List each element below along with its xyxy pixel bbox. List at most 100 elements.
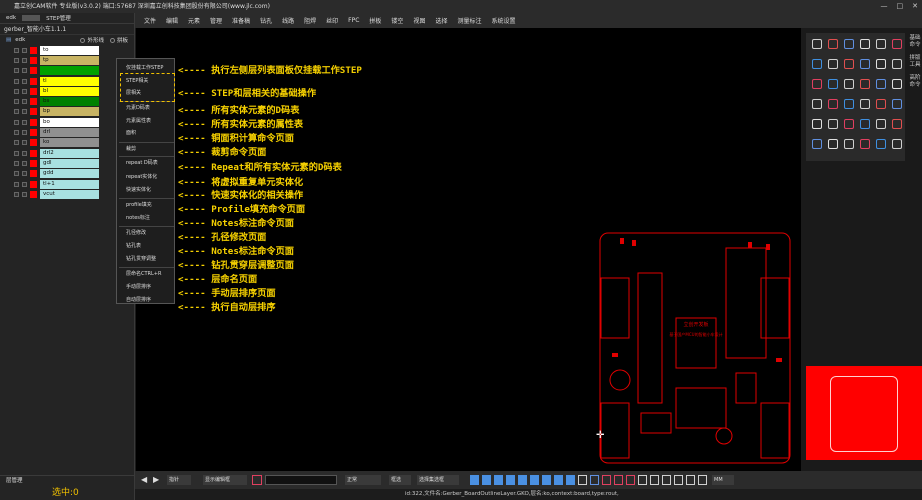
draw-tool-icon[interactable] xyxy=(602,475,611,485)
draw-tool-icon[interactable] xyxy=(554,475,563,485)
tool-icon[interactable] xyxy=(812,79,822,89)
layer-color-swatch[interactable] xyxy=(30,118,37,126)
tool-icon[interactable] xyxy=(812,59,822,69)
context-menu-item[interactable]: 元素属性表 xyxy=(126,117,151,124)
layer-visibility-checkbox[interactable] xyxy=(22,181,27,187)
tool-icon[interactable] xyxy=(828,39,838,49)
menu-item[interactable]: 测量标注 xyxy=(452,16,486,25)
context-menu-item[interactable]: 仅挂载工作STEP xyxy=(126,64,163,71)
layer-checkbox[interactable] xyxy=(14,191,19,197)
layer-color-swatch[interactable] xyxy=(30,67,37,75)
layer-row[interactable]: tp xyxy=(0,55,134,65)
layer-name[interactable]: gdl xyxy=(40,158,99,168)
minimize-icon[interactable]: — xyxy=(881,0,888,13)
tab-basic-commands[interactable]: 基础命令 xyxy=(909,35,921,49)
draw-tool-icon[interactable] xyxy=(542,475,551,485)
draw-tool-icon[interactable] xyxy=(686,475,695,485)
layer-row[interactable]: bs xyxy=(0,96,134,107)
layer-visibility-checkbox[interactable] xyxy=(22,160,27,166)
tool-icon[interactable] xyxy=(828,139,838,149)
layer-name[interactable]: bp xyxy=(40,107,99,117)
layer-name[interactable]: drl2 xyxy=(40,148,99,158)
layer-name[interactable]: ko xyxy=(40,138,99,148)
step-label[interactable]: edk xyxy=(15,37,25,43)
draw-tool-icon[interactable] xyxy=(494,475,503,485)
layer-name[interactable]: tp xyxy=(40,55,99,65)
tab-step-manager[interactable]: STEP管理 xyxy=(46,14,71,22)
layer-name[interactable]: drl xyxy=(40,128,99,138)
layer-checkbox[interactable] xyxy=(14,68,19,74)
tab-advanced-commands[interactable]: 高阶命令 xyxy=(909,75,921,89)
tool-icon[interactable] xyxy=(812,119,822,129)
draw-tool-icon[interactable] xyxy=(518,475,527,485)
tool-icon[interactable] xyxy=(860,139,870,149)
layer-checkbox[interactable] xyxy=(14,99,19,105)
menu-item[interactable]: 元素 xyxy=(183,16,205,25)
layer-checkbox[interactable] xyxy=(14,140,19,146)
layer-color-swatch[interactable] xyxy=(30,77,37,85)
tool-icon[interactable] xyxy=(876,99,886,109)
tool-icon[interactable] xyxy=(828,59,838,69)
tool-icon[interactable] xyxy=(844,119,854,129)
layer-checkbox[interactable] xyxy=(14,109,19,115)
layer-checkbox[interactable] xyxy=(14,181,19,187)
menu-item[interactable]: 编辑 xyxy=(161,16,183,25)
tool-icon[interactable] xyxy=(876,139,886,149)
layer-manager-tab[interactable]: 层管理 xyxy=(0,475,135,486)
context-menu-item[interactable]: 钻孔表 xyxy=(126,242,141,249)
next-icon[interactable]: ▶ xyxy=(153,475,159,485)
selection-box-button[interactable]: 选择集选框 xyxy=(417,475,459,485)
tool-icon[interactable] xyxy=(844,139,854,149)
tool-icon[interactable] xyxy=(892,59,902,69)
layer-row[interactable]: bp xyxy=(0,107,134,117)
layer-row[interactable]: gdl xyxy=(0,158,134,168)
layer-row[interactable]: vcut xyxy=(0,189,134,199)
draw-tool-icon[interactable] xyxy=(470,475,479,485)
display-edit-button[interactable]: 显示编辑框 xyxy=(203,475,247,485)
menu-item[interactable]: 视图 xyxy=(408,16,430,25)
filter-input[interactable] xyxy=(265,475,337,485)
outline-radio[interactable]: 外形线 xyxy=(80,36,104,44)
tool-icon[interactable] xyxy=(844,59,854,69)
layer-checkbox[interactable] xyxy=(14,57,19,63)
draw-tool-icon[interactable] xyxy=(482,475,491,485)
layer-color-swatch[interactable] xyxy=(30,170,37,178)
menu-item[interactable]: 管理 xyxy=(205,16,227,25)
tool-icon[interactable] xyxy=(860,99,870,109)
context-menu-item[interactable]: 孔径修改 xyxy=(126,229,146,236)
target-icon[interactable] xyxy=(252,475,262,485)
context-menu-item[interactable]: profile填充 xyxy=(126,201,152,208)
layer-color-swatch[interactable] xyxy=(30,159,37,167)
layer-visibility-checkbox[interactable] xyxy=(22,171,27,177)
tool-icon[interactable] xyxy=(892,119,902,129)
layer-name[interactable]: bo xyxy=(40,117,99,127)
layer-visibility-checkbox[interactable] xyxy=(22,150,27,156)
context-menu-item[interactable]: 元素D码表 xyxy=(126,104,150,111)
tool-icon[interactable] xyxy=(892,39,902,49)
pointer-mode-select[interactable]: 指针 xyxy=(167,475,191,485)
mode-combo[interactable]: 正常 xyxy=(345,475,381,485)
tool-icon[interactable] xyxy=(812,39,822,49)
layer-name[interactable]: to xyxy=(40,45,99,55)
context-menu-item[interactable]: 裁剪 xyxy=(126,145,136,152)
project-name[interactable]: gerber_智能小车1.1.1 xyxy=(0,24,134,35)
layer-row[interactable]: bl xyxy=(0,86,134,96)
layer-name[interactable] xyxy=(40,66,99,76)
layer-row[interactable]: tl+1 xyxy=(0,179,134,189)
layer-name[interactable]: bs xyxy=(40,97,99,107)
tool-icon[interactable] xyxy=(860,59,870,69)
layer-visibility-checkbox[interactable] xyxy=(22,57,27,63)
tool-icon[interactable] xyxy=(812,99,822,109)
tool-icon[interactable] xyxy=(860,119,870,129)
layer-checkbox[interactable] xyxy=(14,150,19,156)
context-menu-item[interactable]: 面积 xyxy=(126,129,136,136)
layer-name[interactable]: tl+1 xyxy=(40,179,99,189)
menu-item[interactable]: FPC xyxy=(343,17,364,24)
context-menu-item[interactable]: repeat实体化 xyxy=(126,173,157,180)
context-menu-item[interactable]: 层命名CTRL+R xyxy=(126,270,161,277)
layer-row[interactable]: gdd xyxy=(0,169,134,179)
draw-tool-icon[interactable] xyxy=(506,475,515,485)
tool-icon[interactable] xyxy=(860,39,870,49)
draw-tool-icon[interactable] xyxy=(578,475,587,485)
layer-name[interactable]: gdd xyxy=(40,169,99,179)
